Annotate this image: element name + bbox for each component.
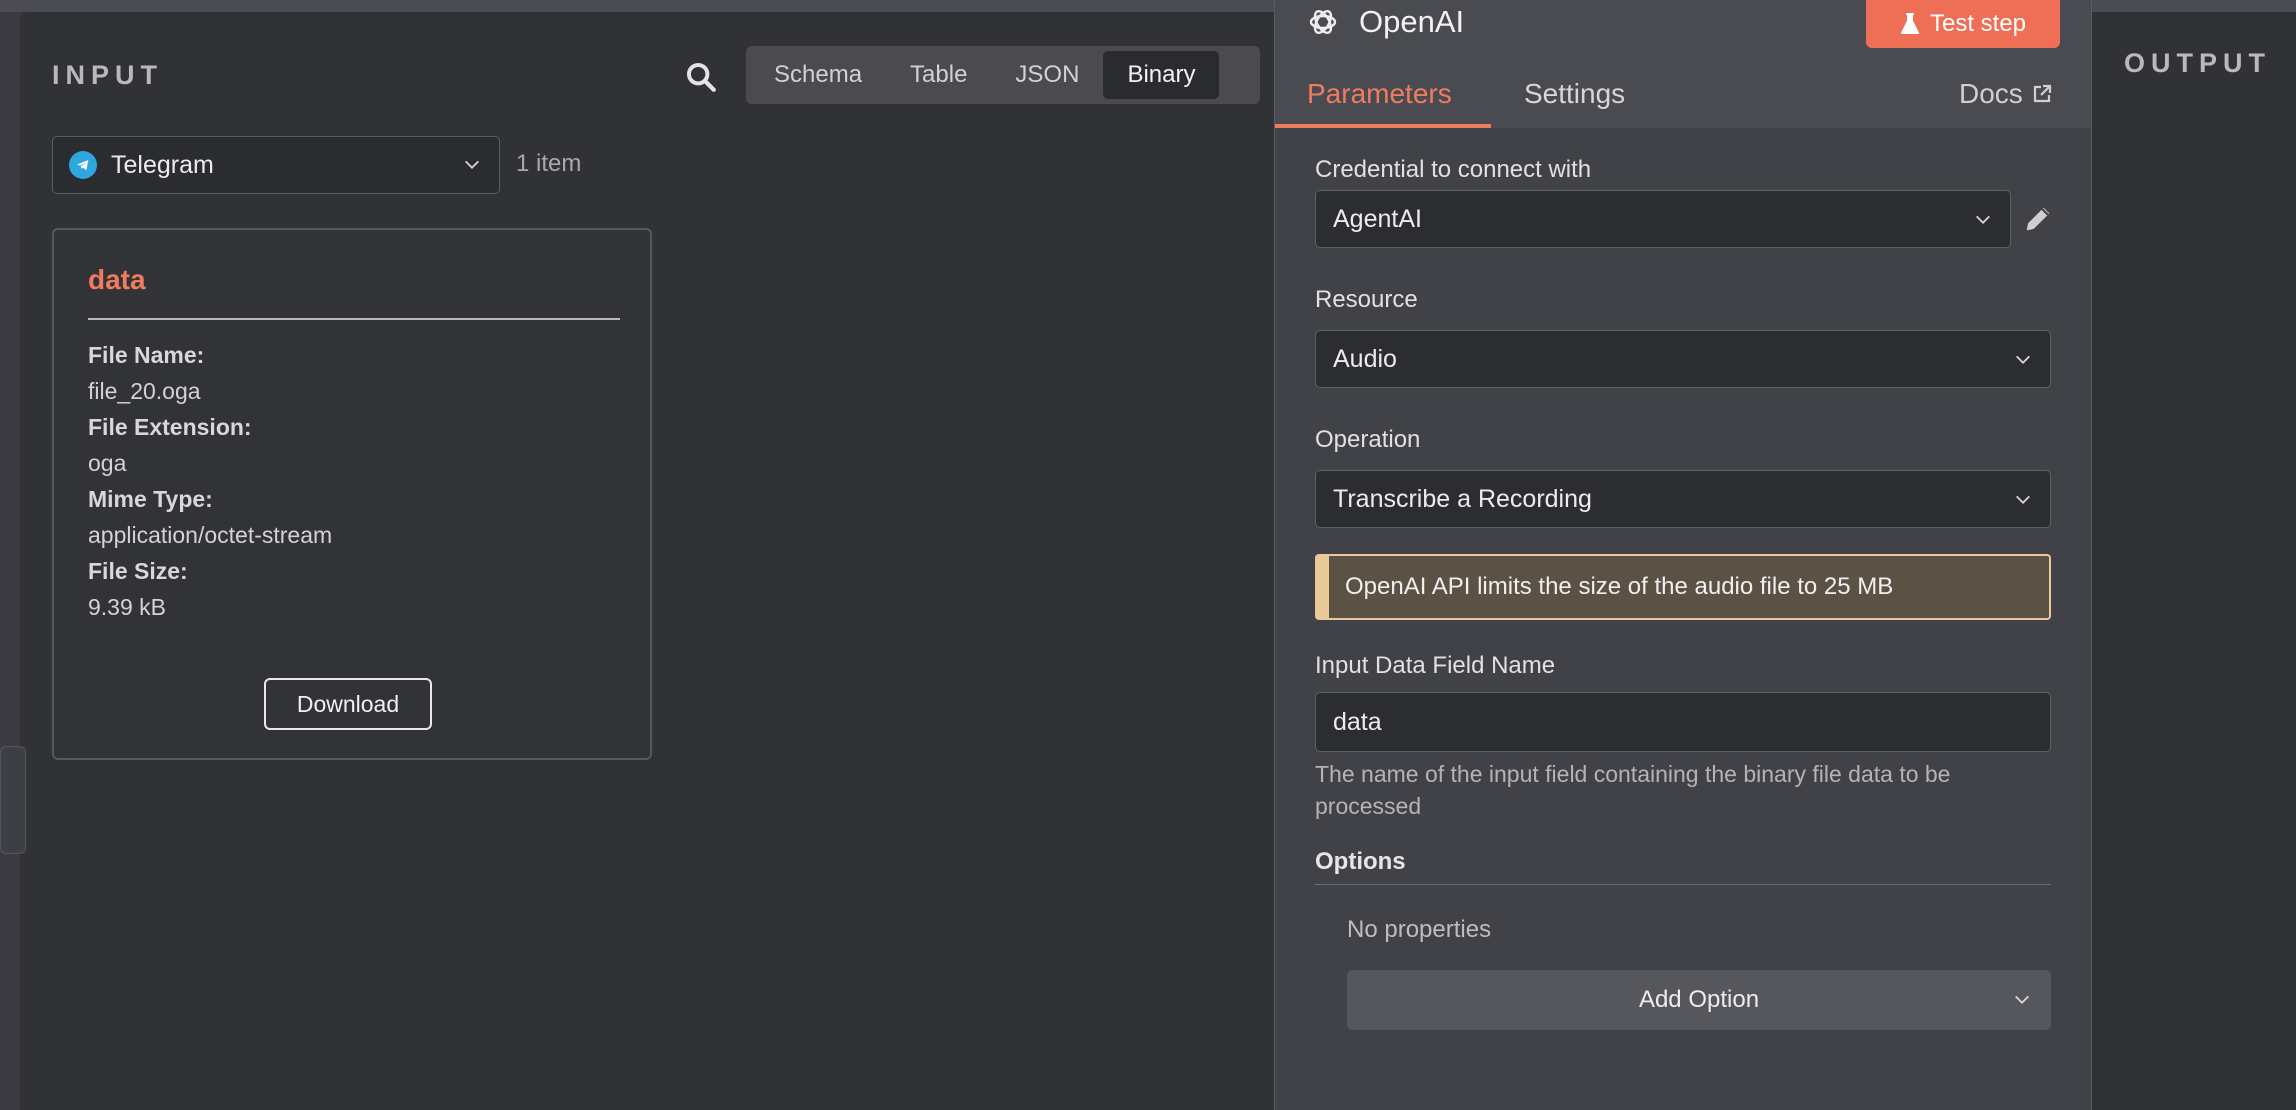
mime-type-value: application/octet-stream bbox=[88, 522, 333, 548]
binary-data-card: data File Name: file_20.oga File Extensi… bbox=[52, 228, 652, 760]
tab-json[interactable]: JSON bbox=[991, 51, 1103, 99]
add-option-label: Add Option bbox=[1638, 986, 1760, 1013]
test-step-label: Test step bbox=[1929, 10, 2027, 37]
operation-value: Transcribe a Recording bbox=[1333, 484, 1592, 513]
file-extension-value: oga bbox=[88, 450, 127, 476]
telegram-icon bbox=[69, 151, 97, 179]
resource-select[interactable]: Audio bbox=[1315, 330, 2051, 388]
input-panel-title: INPUT bbox=[52, 60, 163, 90]
input-panel: INPUT Schema Table JSON Binary Telegram … bbox=[20, 12, 1275, 1110]
input-field-hint: The name of the input field containing t… bbox=[1315, 761, 1951, 819]
input-node-select-value: Telegram bbox=[111, 150, 214, 179]
node-parameters-panel: OpenAI Test step Parameters Settings Doc… bbox=[1274, 0, 2092, 1110]
binary-card-title: data bbox=[88, 264, 146, 295]
external-link-icon bbox=[2033, 84, 2051, 103]
options-divider bbox=[1315, 884, 2051, 885]
tab-table[interactable]: Table bbox=[886, 51, 991, 99]
tab-binary[interactable]: Binary bbox=[1103, 51, 1220, 99]
mime-type-label: Mime Type: bbox=[88, 486, 213, 512]
panel-drag-handle[interactable] bbox=[0, 746, 26, 854]
input-node-select[interactable]: Telegram bbox=[52, 136, 500, 194]
chevron-down-icon bbox=[465, 160, 479, 169]
notice-accent-bar bbox=[1317, 556, 1329, 618]
credential-label: Credential to connect with bbox=[1315, 156, 1592, 183]
operation-label: Operation bbox=[1315, 426, 1421, 453]
node-title: OpenAI bbox=[1359, 4, 1465, 39]
size-limit-notice: OpenAI API limits the size of the audio … bbox=[1315, 554, 2051, 620]
file-name-label: File Name: bbox=[88, 342, 205, 368]
card-divider bbox=[88, 318, 620, 320]
active-tab-indicator bbox=[1275, 124, 1491, 128]
chevron-down-icon bbox=[2016, 495, 2030, 504]
file-extension-label: File Extension: bbox=[88, 414, 252, 440]
resource-value: Audio bbox=[1333, 344, 1397, 373]
chevron-down-icon bbox=[1976, 215, 1990, 224]
download-button[interactable]: Download bbox=[264, 678, 432, 730]
flask-icon bbox=[1900, 13, 1919, 34]
options-title: Options bbox=[1315, 848, 1406, 875]
credential-select[interactable]: AgentAI bbox=[1315, 190, 2011, 248]
item-count: 1 item bbox=[516, 150, 582, 177]
credential-value: AgentAI bbox=[1333, 204, 1422, 233]
test-step-button[interactable]: Test step bbox=[1866, 0, 2060, 48]
output-panel bbox=[2092, 12, 2296, 1110]
openai-logo-icon bbox=[1309, 9, 1337, 35]
tab-parameters[interactable]: Parameters bbox=[1307, 78, 1452, 110]
docs-link[interactable]: Docs bbox=[1959, 78, 2053, 110]
notice-text: OpenAI API limits the size of the audio … bbox=[1345, 573, 1894, 600]
display-mode-tabs: Schema Table JSON Binary bbox=[746, 46, 1260, 104]
file-size-value: 9.39 kB bbox=[88, 594, 166, 620]
tab-settings[interactable]: Settings bbox=[1524, 78, 1625, 110]
tab-schema[interactable]: Schema bbox=[750, 51, 886, 99]
pencil-icon[interactable] bbox=[2021, 202, 2055, 236]
add-option-button[interactable]: Add Option bbox=[1347, 970, 2051, 1030]
resource-label: Resource bbox=[1315, 286, 1418, 313]
input-field-label: Input Data Field Name bbox=[1315, 652, 1556, 679]
output-panel-title: OUTPUT bbox=[2124, 48, 2271, 78]
docs-label: Docs bbox=[1959, 78, 2023, 109]
operation-select[interactable]: Transcribe a Recording bbox=[1315, 470, 2051, 528]
file-name-value: file_20.oga bbox=[88, 378, 201, 404]
chevron-down-icon bbox=[2016, 355, 2030, 364]
chevron-down-icon bbox=[2015, 995, 2029, 1004]
input-data-field-input[interactable] bbox=[1315, 692, 2051, 752]
search-icon[interactable] bbox=[684, 60, 718, 94]
file-size-label: File Size: bbox=[88, 558, 188, 584]
no-properties-text: No properties bbox=[1347, 916, 1492, 943]
